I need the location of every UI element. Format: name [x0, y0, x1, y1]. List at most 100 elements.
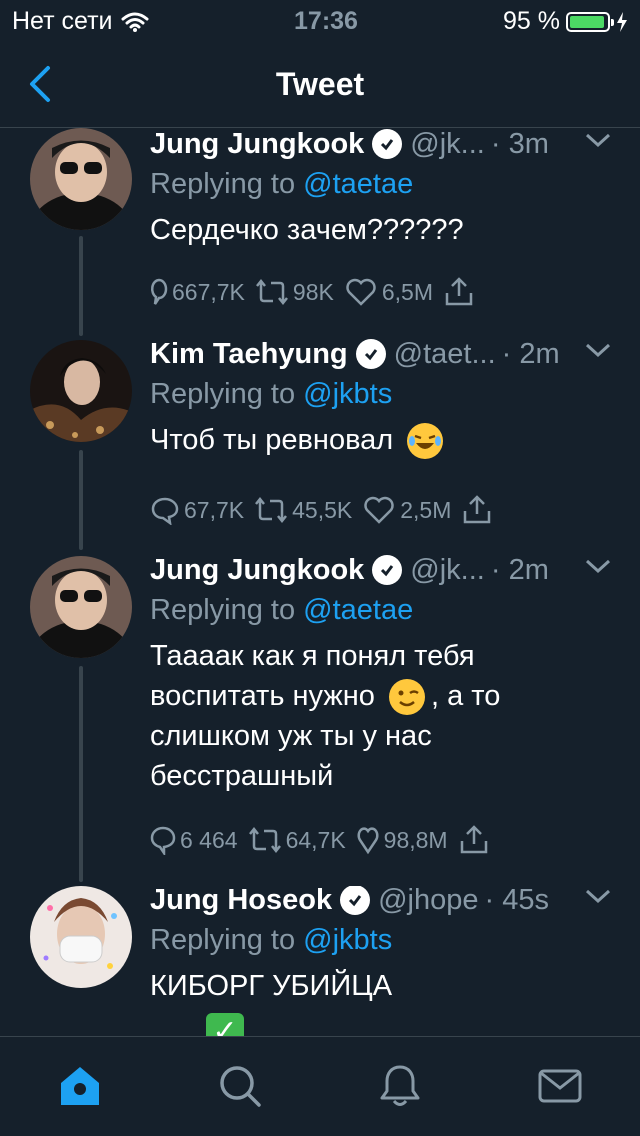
- reply-icon: [150, 278, 168, 305]
- retweet-button[interactable]: 45,5K: [254, 496, 352, 524]
- author-name[interactable]: Jung Jungkook: [150, 128, 364, 161]
- reply-button[interactable]: 67,7K: [150, 495, 244, 525]
- share-icon[interactable]: [458, 824, 490, 856]
- tweet-text-line: воспитать нужно , а то: [150, 676, 620, 716]
- reply-to-link[interactable]: @jkbts: [303, 378, 392, 410]
- verified-badge-icon: [372, 129, 403, 159]
- reply-count: 667,7K: [172, 278, 245, 305]
- tweet-actions: 667,7K 98K 6,5M: [150, 274, 620, 310]
- tweet-actions: 6 464 64,7K 98,8M: [150, 822, 620, 858]
- tweet-text: Сердечко зачем??????: [150, 214, 464, 246]
- replying-to-label: Replying to: [150, 594, 296, 626]
- battery-group: 95 %: [503, 7, 628, 36]
- battery-percent: 95 %: [503, 7, 560, 35]
- tweet-header: Kim Taehyung @taet... · 2m: [150, 334, 620, 374]
- tweet-header: Jung Jungkook @jk... · 2m: [150, 550, 620, 590]
- like-icon: [346, 278, 376, 306]
- retweet-icon: [255, 278, 288, 306]
- tweet-content: Kim Taehyung @taet... · 2m Replying to @…: [150, 334, 620, 528]
- author-name[interactable]: Jung Jungkook: [150, 554, 364, 587]
- reply-button[interactable]: 667,7K: [150, 277, 245, 307]
- status-bar: Нет сети 17:36 95 %: [0, 0, 640, 42]
- tweet-header: Jung Hoseok @jhope · 45s: [150, 886, 620, 920]
- reply-button[interactable]: 6 464: [150, 825, 238, 855]
- reply-icon: [150, 826, 176, 855]
- thread-line: [79, 666, 83, 882]
- like-button[interactable]: 2,5M: [362, 495, 451, 525]
- reply-to-link[interactable]: @jkbts: [303, 924, 392, 956]
- verified-badge-icon: [372, 555, 403, 585]
- replying-to: Replying to @jkbts: [150, 374, 620, 414]
- check-mark-emoji-icon: ✓: [206, 1013, 244, 1036]
- like-count: 98,8M: [383, 826, 448, 853]
- replying-to-label: Replying to: [150, 924, 296, 956]
- verified-badge-icon: [355, 339, 386, 369]
- tweet-text-line: ✓: [150, 1012, 620, 1036]
- reply-icon: [151, 497, 179, 525]
- tweet-text: КИБОРГ УБИЙЦА ✓: [150, 966, 620, 1036]
- home-icon[interactable]: [57, 1063, 103, 1109]
- search-icon[interactable]: [217, 1063, 263, 1109]
- battery-icon: [566, 11, 614, 32]
- tweet-actions: 67,7K 45,5K 2,5M: [150, 492, 620, 528]
- charging-bolt-icon: [617, 11, 627, 32]
- author-handle: @jhope: [378, 886, 479, 916]
- thread-line: [79, 450, 83, 550]
- reply-count: 67,7K: [184, 496, 245, 523]
- messages-icon[interactable]: [537, 1063, 583, 1109]
- retweet-icon: [248, 826, 281, 854]
- like-count: 6,5M: [381, 278, 433, 305]
- like-button[interactable]: 98,8M: [356, 825, 448, 855]
- reply-to-link[interactable]: @taetae: [303, 168, 413, 200]
- tweet-time: · 3m: [490, 127, 549, 160]
- caret-down-icon[interactable]: [584, 340, 612, 360]
- like-button[interactable]: 6,5M: [344, 277, 433, 307]
- replying-to: Replying to @jkbts: [150, 920, 620, 960]
- avatar-hoseok[interactable]: [30, 886, 132, 988]
- tweet-time: · 2m: [501, 337, 560, 370]
- caret-down-icon[interactable]: [584, 886, 612, 906]
- battery-fill: [570, 15, 605, 28]
- retweet-button[interactable]: 98K: [255, 278, 334, 306]
- caret-down-icon[interactable]: [584, 556, 612, 576]
- tweet-2[interactable]: Kim Taehyung @taet... · 2m Replying to @…: [0, 338, 640, 556]
- page-title: Tweet: [275, 66, 365, 102]
- author-handle: @taet...: [393, 337, 496, 370]
- reply-count: 6 464: [180, 826, 238, 853]
- replying-to: Replying to @taetae: [150, 164, 620, 204]
- avatar-taehyung[interactable]: [30, 340, 132, 442]
- retweet-button[interactable]: 64,7K: [248, 826, 346, 854]
- share-icon[interactable]: [443, 276, 475, 308]
- thread-line: [79, 236, 83, 336]
- tweet-content: Jung Jungkook @jk... · 2m Replying to @t…: [150, 550, 620, 858]
- caret-down-icon[interactable]: [584, 130, 612, 150]
- retweet-count: 64,7K: [285, 826, 346, 853]
- laughing-emoji-icon: [407, 423, 444, 460]
- share-icon[interactable]: [461, 494, 493, 526]
- avatar-jungkook[interactable]: [30, 556, 132, 658]
- tweet-text: Чтоб ты ревновал: [150, 420, 620, 460]
- replying-to-label: Replying to: [150, 378, 296, 410]
- tweet-1[interactable]: Jung Jungkook @jk... · 3m Replying to @t…: [0, 128, 640, 340]
- tweet-3[interactable]: Jung Jungkook @jk... · 2m Replying to @t…: [0, 554, 640, 886]
- notifications-icon[interactable]: [377, 1063, 423, 1109]
- replying-to-label: Replying to: [150, 168, 296, 200]
- tweet-text-segment: воспитать нужно: [150, 680, 375, 712]
- tweet-text-segment: , а то: [430, 680, 501, 712]
- author-name[interactable]: Kim Taehyung: [150, 338, 348, 371]
- reply-to-link[interactable]: @taetae: [303, 594, 413, 626]
- avatar-jungkook[interactable]: [30, 128, 132, 230]
- author-name[interactable]: Jung Hoseok: [150, 886, 332, 917]
- tweet-content: Jung Jungkook @jk... · 3m Replying to @t…: [150, 124, 620, 310]
- tweet-4[interactable]: Jung Hoseok @jhope · 45s Replying to @jk…: [0, 886, 640, 1036]
- retweet-count: 98K: [292, 278, 334, 305]
- tweet-text-body: Чтоб ты ревновал: [150, 424, 394, 456]
- author-handle: @jk...: [410, 553, 485, 586]
- replying-to: Replying to @taetae: [150, 590, 620, 630]
- like-count: 2,5M: [400, 496, 452, 523]
- like-icon: [357, 827, 379, 855]
- author-handle: @jk...: [410, 127, 485, 160]
- tab-bar: [0, 1036, 640, 1136]
- retweet-icon: [255, 496, 288, 524]
- tweet-time: · 2m: [490, 553, 549, 586]
